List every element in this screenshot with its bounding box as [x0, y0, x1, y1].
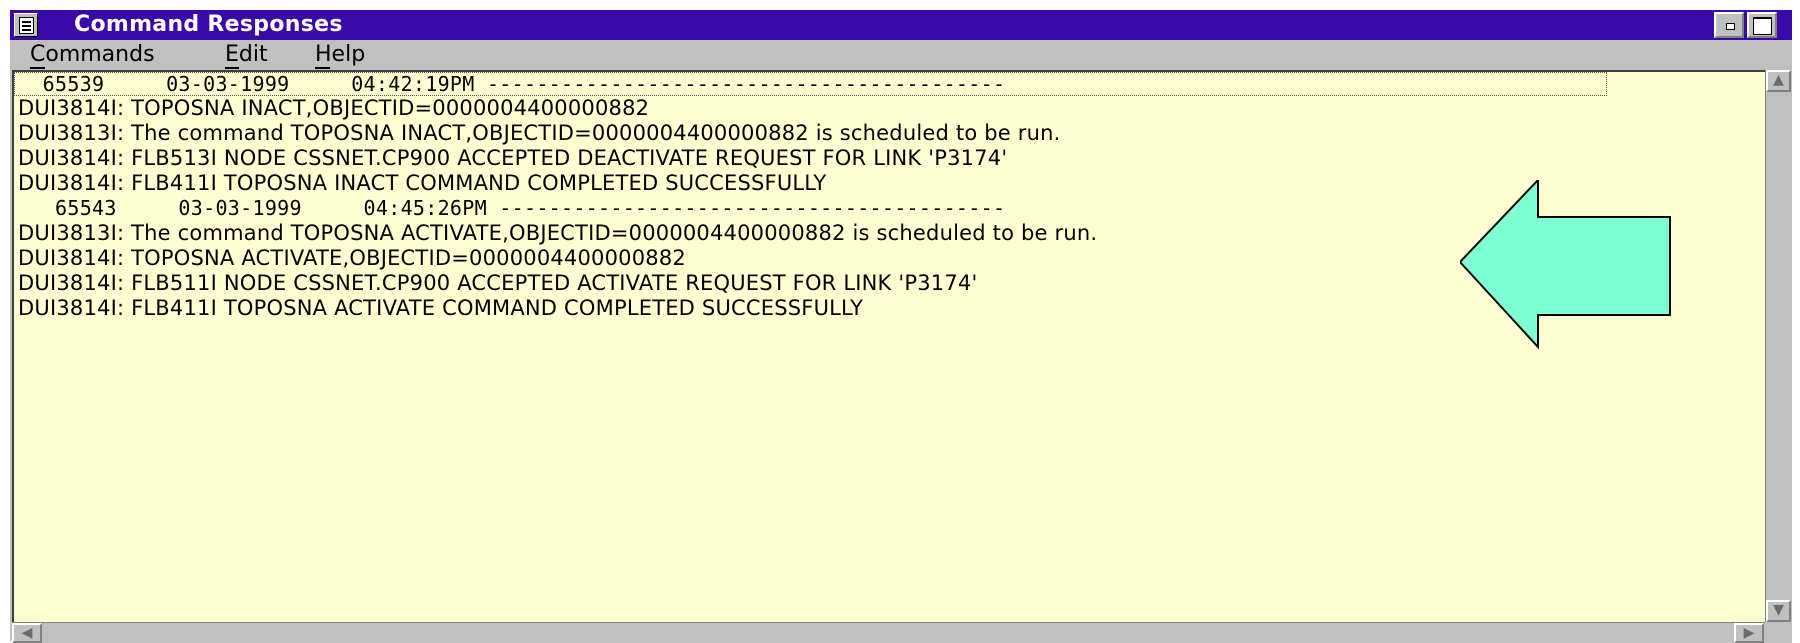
minimize-button[interactable] — [1714, 12, 1744, 38]
menu-commands-label: Commands — [30, 42, 155, 67]
log-header-line[interactable]: 65543 03-03-1999 04:45:26PM ------------… — [18, 196, 1005, 221]
window-title: Command Responses — [74, 12, 343, 37]
log-line[interactable]: DUI3814I: TOPOSNA INACT,OBJECTID=0000004… — [18, 96, 649, 121]
vertical-scrollbar[interactable]: ▲ ▼ — [1765, 70, 1792, 622]
mnemonic-underline — [315, 67, 330, 69]
annotation-arrow — [1460, 180, 1671, 350]
menu-help[interactable]: Help — [315, 42, 366, 69]
log-line[interactable]: DUI3814I: FLB411I TOPOSNA INACT COMMAND … — [18, 171, 826, 196]
log-line[interactable]: DUI3814I: FLB511I NODE CSSNET.CP900 ACCE… — [18, 271, 977, 296]
system-menu-button[interactable] — [14, 13, 38, 37]
menu-edit-label: Edit — [225, 42, 268, 67]
document-icon — [19, 17, 34, 34]
menu-edit[interactable]: Edit — [225, 42, 268, 69]
log-line[interactable]: DUI3814I: FLB411I TOPOSNA ACTIVATE COMMA… — [18, 296, 863, 321]
chevron-down-icon: ▼ — [1773, 602, 1784, 618]
menu-commands[interactable]: Commands — [30, 42, 155, 69]
horizontal-scrollbar[interactable]: ◀ ▶ — [12, 622, 1765, 643]
menu-bar: Commands Edit Help — [10, 40, 1792, 70]
menu-help-label: Help — [315, 42, 366, 67]
log-line[interactable]: DUI3813I: The command TOPOSNA ACTIVATE,O… — [18, 221, 1097, 246]
chevron-left-icon: ◀ — [21, 625, 33, 641]
log-line[interactable]: DUI3814I: FLB513I NODE CSSNET.CP900 ACCE… — [18, 146, 1007, 171]
scroll-left-button[interactable]: ◀ — [12, 623, 42, 643]
chevron-up-icon: ▲ — [1773, 72, 1784, 88]
mnemonic-underline — [225, 67, 239, 69]
scroll-up-button[interactable]: ▲ — [1766, 70, 1791, 92]
scroll-right-button[interactable]: ▶ — [1734, 623, 1764, 643]
log-header-line[interactable]: 65539 03-03-1999 04:42:19PM ------------… — [18, 72, 1005, 97]
left-arrow-icon — [1460, 180, 1671, 350]
log-line[interactable]: DUI3813I: The command TOPOSNA INACT,OBJE… — [18, 121, 1061, 146]
minimize-icon — [1726, 23, 1735, 30]
scroll-down-button[interactable]: ▼ — [1766, 600, 1791, 622]
title-bar[interactable]: Command Responses — [10, 10, 1792, 40]
chevron-right-icon: ▶ — [1743, 625, 1755, 641]
mnemonic-underline — [30, 67, 45, 69]
maximize-icon — [1753, 17, 1772, 35]
log-line[interactable]: DUI3814I: TOPOSNA ACTIVATE,OBJECTID=0000… — [18, 246, 686, 271]
scrollbar-corner — [1765, 622, 1792, 643]
maximize-button[interactable] — [1747, 12, 1777, 38]
